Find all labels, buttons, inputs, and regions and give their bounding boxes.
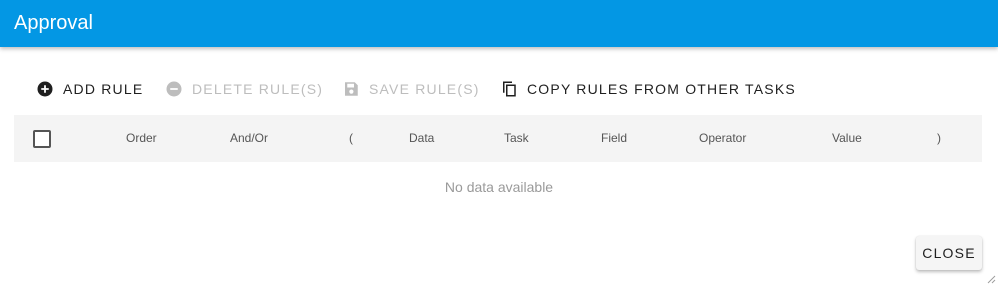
save-rules-label: SAVE RULE(S) (369, 81, 480, 97)
copy-rules-label: COPY RULES FROM OTHER TASKS (527, 81, 796, 97)
rules-table-header: Order And/Or ( Data Task Field Operator … (14, 115, 982, 162)
plus-circle-icon (37, 81, 53, 97)
copy-rules-button[interactable]: COPY RULES FROM OTHER TASKS (500, 76, 796, 102)
close-button[interactable]: CLOSE (916, 236, 982, 270)
column-and-or[interactable]: And/Or (230, 131, 268, 145)
dialog-title: Approval (14, 12, 93, 34)
add-rule-label: ADD RULE (63, 81, 144, 97)
column-data[interactable]: Data (409, 131, 434, 145)
add-rule-button[interactable]: ADD RULE (36, 76, 143, 102)
column-field[interactable]: Field (601, 131, 627, 145)
floppy-disk-icon (345, 82, 358, 96)
minus-circle-icon (166, 81, 182, 97)
save-rules-button[interactable]: SAVE RULE(S) (342, 76, 480, 102)
empty-table-message: No data available (444, 179, 554, 195)
copy-icon (503, 81, 516, 97)
column-order[interactable]: Order (126, 131, 157, 145)
column-task[interactable]: Task (504, 131, 529, 145)
column-close-paren[interactable]: ) (937, 131, 941, 145)
column-value[interactable]: Value (832, 131, 862, 145)
column-operator[interactable]: Operator (699, 131, 746, 145)
resize-handle-icon[interactable] (986, 274, 996, 284)
delete-rules-button[interactable]: DELETE RULE(S) (165, 76, 323, 102)
column-open-paren[interactable]: ( (349, 131, 353, 145)
dialog-header: Approval (0, 0, 998, 47)
delete-rules-label: DELETE RULE(S) (192, 81, 324, 97)
select-all-checkbox[interactable] (33, 130, 51, 148)
